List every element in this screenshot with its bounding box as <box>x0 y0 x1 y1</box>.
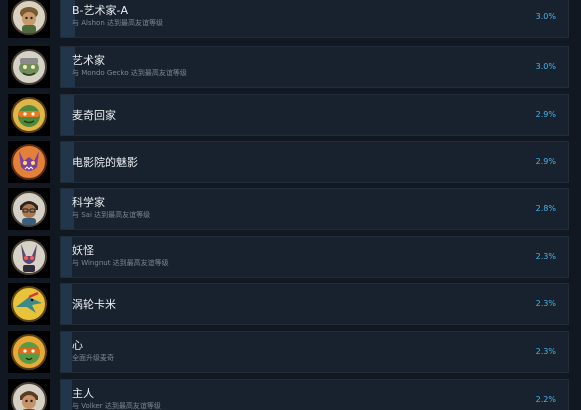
achievement-title: 心 <box>72 339 83 352</box>
achievement-description: 全面升级麦奇 <box>72 354 114 362</box>
progress-bar <box>61 237 72 277</box>
achievement-description: 与 Alshon 达到最高友谊等级 <box>72 19 163 27</box>
achievement-icon-turtle-heart <box>8 331 50 373</box>
achievement-title: B-艺术家-A <box>72 4 129 17</box>
achievement-percent: 3.0% <box>535 62 556 71</box>
achievement-row[interactable]: 心 全面升级麦奇 2.3% <box>8 331 569 373</box>
achievement-icon-bat-creature <box>8 141 50 183</box>
achievement-row[interactable]: B-艺术家-A 与 Alshon 达到最高友谊等级 3.0% <box>8 0 569 38</box>
achievement-percent: 2.3% <box>535 347 556 356</box>
achievement-description: 与 Sai 达到最高友谊等级 <box>72 211 151 219</box>
achievement-title: 妖怪 <box>72 244 94 257</box>
achievement-text: 麦奇回家 <box>72 102 508 123</box>
achievement-description: 与 Wingnut 达到最高友谊等级 <box>72 259 169 267</box>
achievement-text: B-艺术家-A 与 Alshon 达到最高友谊等级 <box>72 4 508 29</box>
achievement-title: 电影院的魅影 <box>72 156 138 169</box>
achievement-row[interactable]: 妖怪 与 Wingnut 达到最高友谊等级 2.3% <box>8 236 569 278</box>
achievement-panel: 妖怪 与 Wingnut 达到最高友谊等级 2.3% <box>60 236 569 278</box>
achievement-icon-mondo-gecko <box>8 46 50 88</box>
achievement-row[interactable]: 电影院的魅影 2.9% <box>8 141 569 183</box>
achievement-title: 主人 <box>72 387 94 400</box>
achievement-text: 科学家 与 Sai 达到最高友谊等级 <box>72 196 508 221</box>
achievement-percent: 2.3% <box>535 299 556 308</box>
achievement-list: B-艺术家-A 与 Alshon 达到最高友谊等级 3.0% 艺术家 与 Mon… <box>0 0 581 410</box>
achievement-text: 心 全面升级麦奇 <box>72 339 508 364</box>
achievement-text: 电影院的魅影 <box>72 149 508 170</box>
achievement-icon-turtle-mask <box>8 94 50 136</box>
achievement-icon-sai <box>8 188 50 230</box>
achievement-percent: 2.2% <box>535 395 556 404</box>
achievement-icon-volker <box>8 379 50 410</box>
achievement-panel: 科学家 与 Sai 达到最高友谊等级 2.8% <box>60 188 569 230</box>
achievement-text: 妖怪 与 Wingnut 达到最高友谊等级 <box>72 244 508 269</box>
progress-bar <box>61 284 72 324</box>
achievement-icon-alshon <box>8 0 50 38</box>
achievement-panel: 主人 与 Volker 达到最高友谊等级 2.2% <box>60 379 569 410</box>
achievement-panel: 艺术家 与 Mondo Gecko 达到最高友谊等级 3.0% <box>60 46 569 88</box>
achievement-icon-wingnut <box>8 236 50 278</box>
achievement-text: 主人 与 Volker 达到最高友谊等级 <box>72 387 508 410</box>
achievement-description: 与 Mondo Gecko 达到最高友谊等级 <box>72 69 187 77</box>
achievement-row[interactable]: 麦奇回家 2.9% <box>8 94 569 136</box>
achievement-percent: 3.0% <box>535 12 556 21</box>
achievement-panel: B-艺术家-A 与 Alshon 达到最高友谊等级 3.0% <box>60 0 569 38</box>
achievement-panel: 心 全面升级麦奇 2.3% <box>60 331 569 373</box>
achievement-row[interactable]: 涡轮卡米 2.3% <box>8 283 569 325</box>
achievement-description: 与 Volker 达到最高友谊等级 <box>72 402 161 410</box>
achievement-title: 涡轮卡米 <box>72 298 116 311</box>
achievement-title: 科学家 <box>72 196 105 209</box>
achievement-title: 麦奇回家 <box>72 109 116 122</box>
achievement-panel: 涡轮卡米 2.3% <box>60 283 569 325</box>
achievement-row[interactable]: 科学家 与 Sai 达到最高友谊等级 2.8% <box>8 188 569 230</box>
achievement-panel: 电影院的魅影 2.9% <box>60 141 569 183</box>
progress-bar <box>61 380 72 410</box>
achievement-row[interactable]: 主人 与 Volker 达到最高友谊等级 2.2% <box>8 379 569 410</box>
achievement-icon-pterodactyl <box>8 283 50 325</box>
achievement-percent: 2.9% <box>535 110 556 119</box>
achievement-text: 艺术家 与 Mondo Gecko 达到最高友谊等级 <box>72 54 508 79</box>
achievement-panel: 麦奇回家 2.9% <box>60 94 569 136</box>
achievement-percent: 2.8% <box>535 204 556 213</box>
achievement-row[interactable]: 艺术家 与 Mondo Gecko 达到最高友谊等级 3.0% <box>8 46 569 88</box>
achievement-percent: 2.9% <box>535 157 556 166</box>
progress-bar <box>61 332 72 372</box>
achievement-text: 涡轮卡米 <box>72 291 508 312</box>
achievement-title: 艺术家 <box>72 54 105 67</box>
achievement-percent: 2.3% <box>535 252 556 261</box>
